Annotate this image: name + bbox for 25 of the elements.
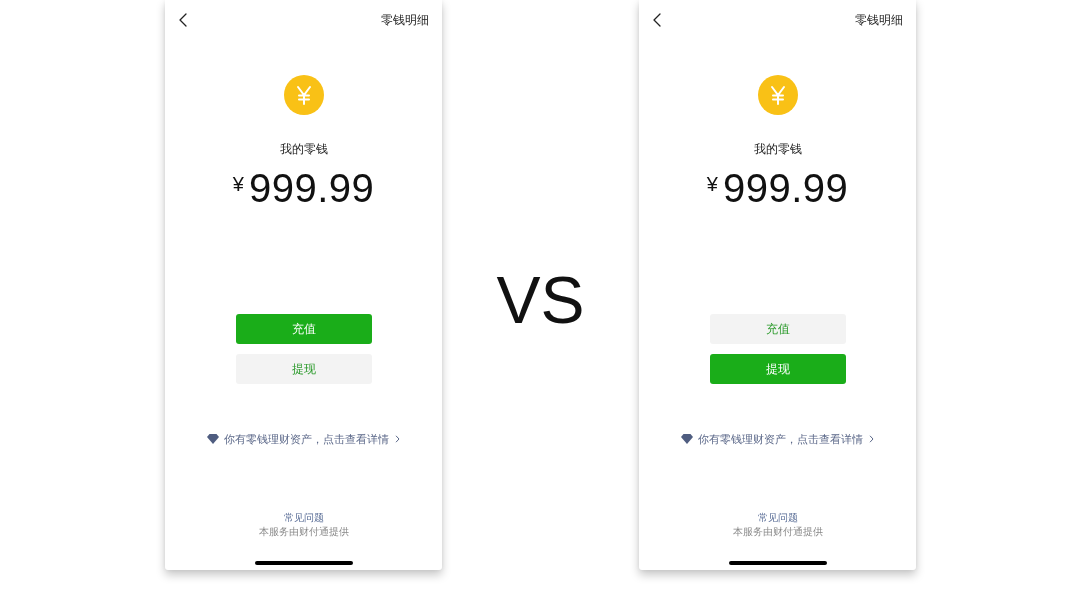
coin-icon [757,75,798,115]
diamond-icon [207,434,219,444]
diamond-icon [681,434,693,444]
back-icon[interactable] [179,13,187,27]
secondary-button[interactable]: 提现 [235,354,372,384]
wealth-link[interactable]: 你有零钱理财资产，点击查看详情 [224,431,389,447]
provider-note: 本服务由财付通提供 [258,525,349,539]
secondary-button[interactable]: 充值 [709,314,846,344]
balance-label: 我的零钱 [279,141,328,158]
wealth-link[interactable]: 你有零钱理财资产，点击查看详情 [698,431,863,447]
coin-icon [283,75,324,115]
provider-note: 本服务由财付通提供 [732,525,823,539]
faq-link[interactable]: 常见问题 [757,510,798,525]
versus-label: VS [496,267,585,333]
back-icon[interactable] [653,13,661,27]
balance-amount: 999.99 [722,165,849,211]
faq-link[interactable]: 常见问题 [283,510,324,525]
chevron-right-icon [395,435,400,443]
currency-symbol: ¥ [232,174,244,194]
currency-symbol: ¥ [706,174,718,194]
details-link[interactable]: 零钱明细 [381,12,429,28]
balance-amount: 999.99 [248,165,375,211]
chevron-right-icon [869,435,874,443]
balance-label: 我的零钱 [753,141,802,158]
details-link[interactable]: 零钱明细 [855,12,903,28]
